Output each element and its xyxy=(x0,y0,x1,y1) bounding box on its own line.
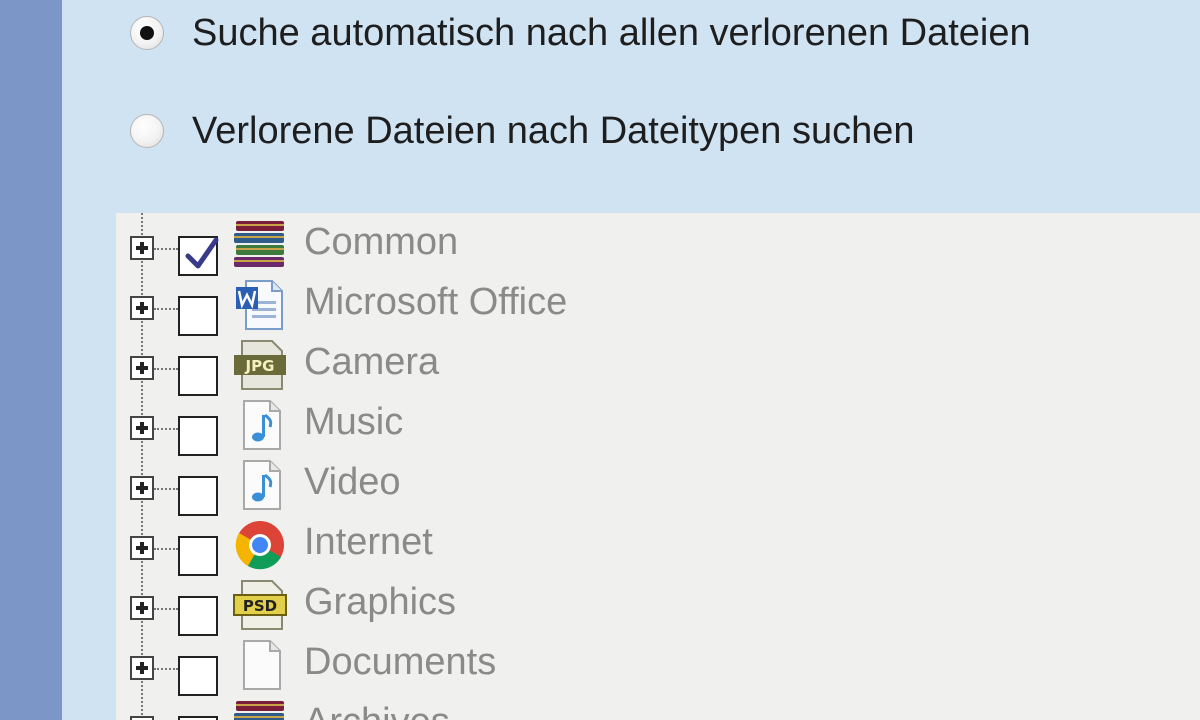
tree-connector-branch xyxy=(154,308,178,310)
tree-item-label: Common xyxy=(304,221,459,263)
checkbox-camera[interactable] xyxy=(178,356,218,396)
tree-connector-branch xyxy=(154,608,178,610)
expand-plus-icon[interactable] xyxy=(130,356,154,380)
tree-item-label: Documents xyxy=(304,641,497,683)
tree-item-music[interactable]: Music xyxy=(116,395,1200,456)
expand-plus-icon[interactable] xyxy=(130,236,154,260)
checkbox-graphics[interactable] xyxy=(178,596,218,636)
checkbox-common[interactable] xyxy=(178,236,219,276)
expand-plus-icon[interactable] xyxy=(130,656,154,680)
tree-item-label: Music xyxy=(304,401,404,443)
tree-item-video[interactable]: Video xyxy=(116,455,1200,516)
word-document-icon xyxy=(232,277,288,333)
tree-item-common[interactable]: Common xyxy=(116,215,1200,276)
checkbox-video[interactable] xyxy=(178,476,218,516)
expand-plus-icon[interactable] xyxy=(130,476,154,500)
checkbox-music[interactable] xyxy=(178,416,218,456)
checkbox-documents[interactable] xyxy=(178,656,218,696)
tree-item-label: Graphics xyxy=(304,581,457,623)
tree-item-internet[interactable]: Internet xyxy=(116,515,1200,576)
music-note-file-icon xyxy=(232,457,288,513)
books-stack-icon xyxy=(232,697,288,720)
checkbox-archives[interactable] xyxy=(178,716,218,720)
books-stack-icon xyxy=(232,217,288,273)
radio-option-search-by-type[interactable]: Verlorene Dateien nach Dateitypen suchen xyxy=(130,106,914,156)
radio-label-search-by-type: Verlorene Dateien nach Dateitypen suchen xyxy=(192,109,915,152)
left-sidebar-strip xyxy=(0,0,62,720)
svg-text:JPG: JPG xyxy=(245,357,275,375)
tree-connector-branch xyxy=(154,548,178,550)
radio-button-auto-search[interactable] xyxy=(130,16,164,50)
expand-plus-icon[interactable] xyxy=(130,596,154,620)
tree-item-label: Video xyxy=(304,461,401,503)
chrome-icon xyxy=(232,517,288,573)
tree-item-microsoft-office[interactable]: Microsoft Office xyxy=(116,275,1200,336)
tree-connector-branch xyxy=(154,488,178,490)
tree-item-label: Microsoft Office xyxy=(304,281,568,323)
file-type-tree[interactable]: Common Microsoft Office JPG Camera Music Vide… xyxy=(116,213,1200,720)
checkmark-icon xyxy=(185,237,219,269)
tree-connector-branch xyxy=(154,668,178,670)
svg-text:PSD: PSD xyxy=(243,597,277,615)
psd-file-icon: PSD xyxy=(232,577,288,633)
tree-connector-branch xyxy=(154,428,178,430)
checkbox-microsoft-office[interactable] xyxy=(178,296,218,336)
expand-plus-icon[interactable] xyxy=(130,536,154,560)
tree-item-camera[interactable]: JPG Camera xyxy=(116,335,1200,396)
music-note-file-icon xyxy=(232,397,288,453)
tree-connector-branch xyxy=(154,368,178,370)
jpg-file-icon: JPG xyxy=(232,337,288,393)
tree-item-label: Internet xyxy=(304,521,433,563)
expand-plus-icon[interactable] xyxy=(130,716,154,720)
tree-item-label: Archives xyxy=(304,701,450,720)
tree-item-archives[interactable]: Archives xyxy=(116,695,1200,720)
radio-option-auto-search[interactable]: Suche automatisch nach allen verlorenen … xyxy=(130,8,1031,58)
blank-document-icon xyxy=(232,637,288,693)
checkbox-internet[interactable] xyxy=(178,536,218,576)
tree-item-label: Camera xyxy=(304,341,440,383)
tree-item-documents[interactable]: Documents xyxy=(116,635,1200,696)
radio-label-auto-search: Suche automatisch nach allen verlorenen … xyxy=(192,11,1031,54)
tree-item-graphics[interactable]: PSD Graphics xyxy=(116,575,1200,636)
expand-plus-icon[interactable] xyxy=(130,416,154,440)
radio-button-search-by-type[interactable] xyxy=(130,114,164,148)
expand-plus-icon[interactable] xyxy=(130,296,154,320)
tree-connector-branch xyxy=(154,248,178,250)
